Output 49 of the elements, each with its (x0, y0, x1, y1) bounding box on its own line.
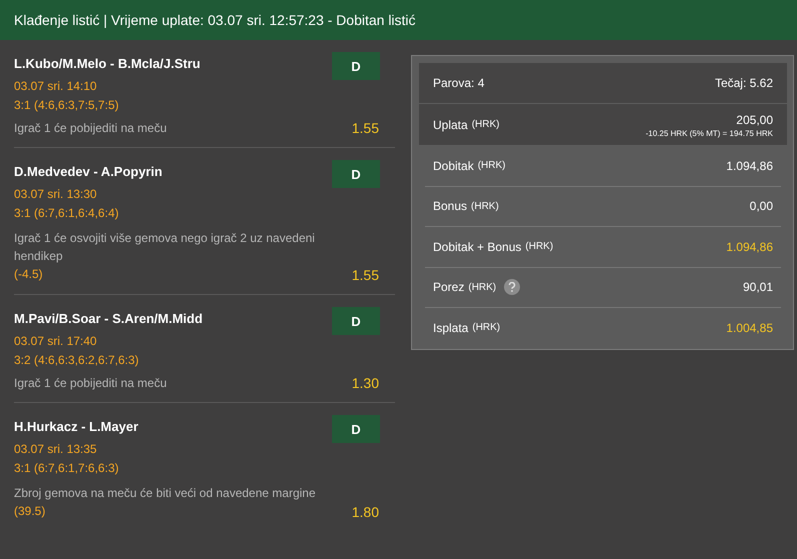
row-value: 90,01 (742, 280, 773, 294)
market-text: Igrač 1 će pobijediti na meču (14, 375, 167, 392)
row-label: Dobitak (433, 158, 474, 173)
market-text: Zbroj gemova na meču će biti veći od navedene margine (14, 485, 316, 502)
currency-label: (HRK) (478, 160, 506, 172)
row-value: 1.094,86 (726, 158, 773, 173)
status-badge: D (332, 415, 380, 443)
odds-value: 1.30 (352, 375, 379, 391)
match-result: 3:1 (6:7,6:1,6:4,6:4) (14, 205, 120, 222)
row-value: 1.094,86 (726, 240, 773, 254)
pairs-count: Parova: 4 (433, 76, 484, 90)
currency-label: (HRK) (468, 282, 496, 293)
row-label: Bonus (433, 199, 468, 214)
stake-note: -10.25 HRK (5% MT) = 194.75 HRK (646, 129, 773, 138)
odds-value: 1.55 (352, 266, 379, 282)
help-icon[interactable] (504, 279, 520, 296)
match-title: D.Medvedev - A.Popyrin (14, 164, 162, 179)
status-badge: D (332, 160, 380, 188)
match-title: M.Pavi/B.Soar - S.Aren/M.Midd (14, 311, 203, 326)
row-label: Isplata (433, 320, 468, 335)
total-odds: Tečaj: 5.62 (714, 76, 773, 90)
match-result: 3:1 (6:7,6:1,7:6,6:3) (14, 460, 120, 477)
market-text: Igrač 1 će pobijediti na meču (14, 120, 167, 137)
match-result: 3:1 (4:6,6:3,7:5,7:5) (14, 97, 120, 114)
currency-label: (HRK) (472, 119, 500, 130)
row-label: Porez (433, 280, 464, 294)
match-time: 03.07 sri. 13:30 (14, 186, 98, 203)
market-line: (-4.5) (14, 266, 43, 283)
row-value: 1.004,85 (726, 320, 773, 335)
match-title: H.Hurkacz - L.Mayer (14, 419, 138, 434)
row-value: 0,00 (750, 199, 773, 214)
match-time: 03.07 sri. 13:35 (14, 441, 98, 458)
currency-label: (HRK) (472, 322, 500, 334)
row-label: Dobitak + Bonus (433, 240, 522, 254)
market-line: (39.5) (14, 503, 46, 520)
row-label: Uplata (433, 118, 468, 132)
match-title: L.Kubo/M.Melo - B.Mcla/J.Stru (14, 56, 200, 71)
stake-value: 205,00 (736, 113, 773, 127)
status-badge: D (332, 307, 380, 335)
match-result: 3:2 (4:6,6:3,6:2,6:7,6:3) (14, 352, 140, 369)
header-title: Klađenje listić | Vrijeme uplate: 03.07 sri. 12:57:23 - Dobitan listić (14, 12, 416, 28)
currency-label: (HRK) (471, 200, 499, 212)
status-badge: D (332, 52, 380, 80)
currency-label: (HRK) (525, 241, 554, 252)
odds-value: 1.80 (352, 504, 379, 520)
match-time: 03.07 sri. 17:40 (14, 333, 98, 350)
market-text: Igrač 1 će osvojiti više gemova nego igrač 2 uz navedeni hendikep (14, 230, 316, 265)
odds-value: 1.55 (352, 120, 379, 136)
match-time: 03.07 sri. 14:10 (14, 78, 98, 95)
